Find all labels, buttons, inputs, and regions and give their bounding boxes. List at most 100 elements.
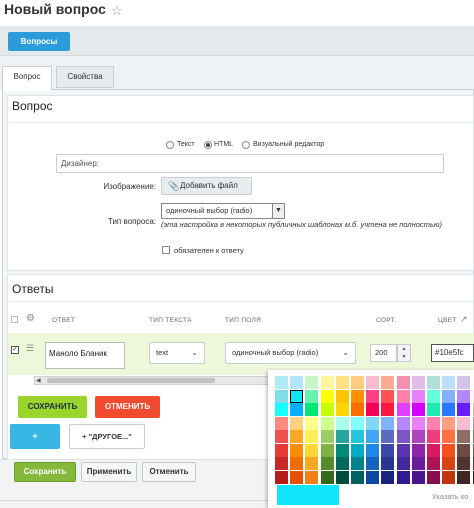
color-swatch[interactable] (305, 430, 319, 443)
color-swatch[interactable] (305, 443, 319, 457)
color-swatch[interactable] (366, 389, 380, 403)
color-swatch[interactable] (427, 443, 440, 457)
cancel-answers-button[interactable]: ОТМЕНИТЬ (95, 396, 160, 418)
color-swatch[interactable] (411, 416, 425, 430)
color-swatch[interactable] (335, 416, 349, 430)
color-swatch[interactable] (366, 416, 380, 430)
color-swatch[interactable] (275, 430, 288, 443)
color-swatch[interactable] (305, 416, 319, 430)
row-checkbox[interactable]: ✓ (11, 346, 19, 354)
color-swatch[interactable] (396, 416, 410, 430)
color-swatch[interactable] (335, 389, 349, 403)
cancel-button[interactable]: Отменить (142, 462, 196, 482)
answer-text-input[interactable]: Маноло Бланик (45, 342, 125, 369)
color-swatch[interactable] (351, 457, 364, 470)
color-swatch[interactable] (381, 443, 395, 457)
question-text-input[interactable]: Дизайнер: (56, 154, 444, 173)
color-swatch[interactable] (290, 403, 304, 416)
color-swatch[interactable] (457, 443, 471, 457)
color-swatch[interactable] (290, 443, 304, 457)
color-swatch[interactable] (457, 403, 471, 416)
color-swatch[interactable] (411, 443, 425, 457)
select-all-checkbox[interactable] (11, 316, 18, 323)
favorite-star-icon[interactable]: ☆ (111, 3, 123, 19)
color-swatch[interactable] (381, 457, 395, 470)
color-swatch[interactable] (366, 470, 380, 484)
color-swatch[interactable] (396, 389, 410, 403)
color-swatch[interactable] (335, 457, 349, 470)
color-swatch[interactable] (381, 430, 395, 443)
color-swatch[interactable] (366, 443, 380, 457)
save-answers-button[interactable]: СОХРАНИТЬ (18, 396, 87, 418)
radio-format-visual-editor[interactable] (242, 141, 250, 149)
color-swatch[interactable] (427, 416, 440, 430)
color-swatch[interactable] (305, 470, 319, 484)
color-swatch[interactable] (351, 376, 364, 389)
save-button[interactable]: Сохранить (14, 462, 76, 482)
color-input[interactable]: #10e5fc (431, 344, 474, 362)
color-swatch[interactable] (457, 470, 471, 484)
color-swatch[interactable] (381, 389, 395, 403)
color-swatch[interactable] (320, 430, 334, 443)
color-swatch[interactable] (335, 403, 349, 416)
field-type-select[interactable]: одиночный выбор (radio) ⌄ (225, 342, 356, 364)
color-swatch[interactable] (335, 430, 349, 443)
color-swatch[interactable] (396, 403, 410, 416)
text-type-select[interactable]: text ⌄ (149, 342, 205, 364)
color-swatch[interactable] (275, 376, 288, 389)
color-swatch[interactable] (320, 470, 334, 484)
question-type-select[interactable]: одиночный выбор (radio) ▼ (161, 203, 285, 219)
color-swatch[interactable] (442, 416, 456, 430)
color-swatch[interactable] (290, 389, 304, 403)
back-to-questions-button[interactable]: Вопросы (8, 32, 70, 51)
color-swatch[interactable] (305, 389, 319, 403)
color-swatch[interactable] (366, 430, 380, 443)
color-swatch[interactable] (290, 470, 304, 484)
color-swatch[interactable] (442, 403, 456, 416)
color-swatch[interactable] (411, 430, 425, 443)
color-swatch[interactable] (442, 376, 456, 389)
color-swatch[interactable] (396, 457, 410, 470)
color-swatch[interactable] (366, 403, 380, 416)
required-checkbox[interactable] (162, 246, 170, 254)
color-swatch[interactable] (320, 443, 334, 457)
color-swatch[interactable] (290, 457, 304, 470)
color-swatch[interactable] (305, 376, 319, 389)
color-swatch[interactable] (457, 457, 471, 470)
color-swatch[interactable] (290, 430, 304, 443)
color-swatch[interactable] (411, 403, 425, 416)
color-swatch[interactable] (381, 403, 395, 416)
color-swatch[interactable] (411, 457, 425, 470)
drag-handle-icon[interactable]: ☰ (26, 343, 34, 354)
color-swatch[interactable] (396, 430, 410, 443)
color-swatch[interactable] (351, 430, 364, 443)
color-swatch[interactable] (320, 457, 334, 470)
color-swatch[interactable] (305, 403, 319, 416)
color-swatch[interactable] (411, 389, 425, 403)
color-swatch[interactable] (381, 470, 395, 484)
color-swatch[interactable] (351, 403, 364, 416)
color-swatch[interactable] (275, 416, 288, 430)
add-other-button[interactable]: + "ДРУГОЕ..." (69, 424, 145, 449)
color-swatch[interactable] (427, 457, 440, 470)
color-swatch[interactable] (275, 443, 288, 457)
color-swatch[interactable] (275, 403, 288, 416)
stepper-up-icon[interactable]: ▲ (398, 345, 410, 353)
sort-input[interactable]: 200 (370, 344, 397, 362)
color-swatch[interactable] (275, 470, 288, 484)
tab-properties[interactable]: Свойства (56, 66, 114, 88)
scrollbar-thumb[interactable] (47, 378, 215, 383)
add-file-button[interactable]: 📎 Добавить файл (161, 177, 252, 195)
color-swatch[interactable] (366, 376, 380, 389)
color-swatch[interactable] (427, 389, 440, 403)
color-swatch[interactable] (275, 389, 288, 403)
color-swatch[interactable] (335, 470, 349, 484)
sort-stepper[interactable]: ▲ ▼ (397, 344, 411, 362)
apply-button[interactable]: Применить (81, 462, 137, 482)
scroll-left-icon[interactable]: ◀ (36, 377, 41, 384)
color-swatch[interactable] (351, 416, 364, 430)
color-swatch[interactable] (290, 416, 304, 430)
color-swatch[interactable] (396, 376, 410, 389)
color-swatch[interactable] (320, 389, 334, 403)
color-swatch[interactable] (457, 430, 471, 443)
